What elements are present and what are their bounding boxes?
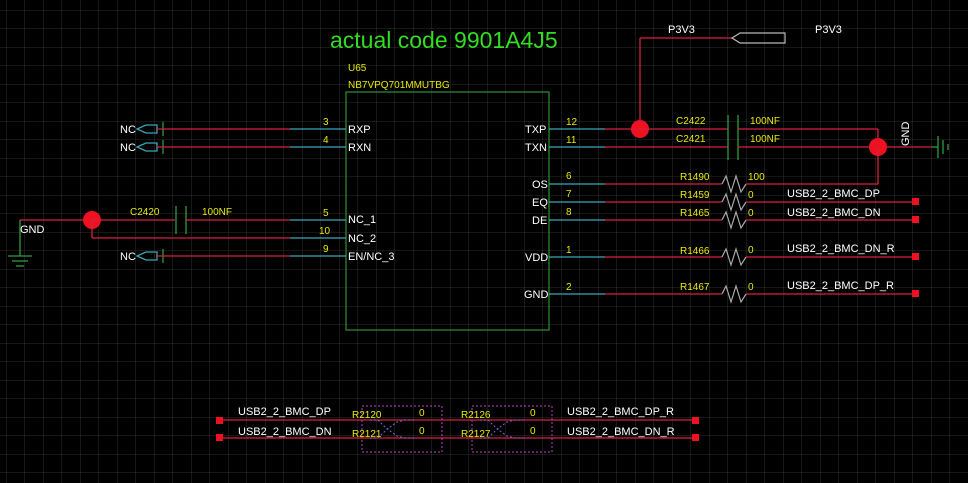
res-ref: R1466: [680, 246, 710, 257]
net-port-marker: [692, 434, 699, 441]
res-value: 100: [748, 172, 765, 183]
cap-value: 100NF: [750, 116, 780, 127]
cap-ref: C2422: [676, 116, 706, 127]
pin-name-nc1: NC_1: [348, 214, 376, 226]
pin-name-gnd: GND: [524, 289, 549, 301]
res-ref: R1459: [680, 190, 710, 201]
net-port-marker: [912, 290, 919, 297]
net-label: USB2_2_BMC_DN_R: [787, 243, 895, 255]
gnd-left-label: GND: [20, 224, 45, 236]
cap-ref: C2420: [130, 207, 160, 218]
pin-num-12: 12: [566, 117, 578, 128]
res-value: 0: [748, 190, 754, 201]
pin-name-de: DE: [532, 215, 547, 227]
net-port-marker: [912, 216, 919, 223]
net-label-left-bottom: USB2_2_BMC_DN: [238, 426, 332, 438]
cap-value: 100NF: [202, 207, 232, 218]
pin-num-10: 10: [319, 226, 331, 237]
nc-label: NC: [120, 142, 136, 154]
pin-num-6: 6: [566, 171, 572, 182]
net-port-marker: [216, 417, 223, 424]
res-ref: R2127: [461, 429, 491, 440]
res-value: 0: [419, 426, 425, 437]
net-label-left-top: USB2_2_BMC_DP: [238, 406, 331, 418]
cap-value: 100NF: [750, 134, 780, 145]
pin-num-2: 2: [566, 282, 572, 293]
pin-num-5: 5: [323, 208, 329, 219]
pin-num-1: 1: [566, 245, 572, 256]
net-label-right-bottom: USB2_2_BMC_DN_R: [567, 426, 675, 438]
schematic-canvas: actual code 9901A4J5 U65 NB7VPQ701MMUTBG…: [0, 0, 968, 483]
net-label: USB2_2_BMC_DN: [787, 207, 881, 219]
net-label-right-top: USB2_2_BMC_DP_R: [567, 406, 674, 418]
nc-label: NC: [120, 124, 136, 136]
pin-name-eq: EQ: [532, 197, 548, 209]
pin-name-os: OS: [532, 179, 548, 191]
res-ref: R1467: [680, 282, 710, 293]
net-port-marker: [692, 417, 699, 424]
res-value: 0: [530, 426, 536, 437]
res-value: 0: [530, 408, 536, 419]
res-ref: R1465: [680, 208, 710, 219]
pin-name-rxp: RXP: [348, 124, 371, 136]
res-ref: R2126: [461, 410, 491, 421]
pin-name-rxn: RXN: [348, 142, 371, 154]
net-label: USB2_2_BMC_DP_R: [787, 280, 894, 292]
pin-name-txn: TXN: [525, 142, 547, 154]
pin-num-4: 4: [323, 135, 329, 146]
ic-part-number: NB7VPQ701MMUTBG: [348, 80, 450, 91]
pin-name-en-nc3: EN/NC_3: [348, 251, 394, 263]
p3v3-net-label: P3V3: [668, 24, 695, 36]
pin-num-8: 8: [566, 207, 572, 218]
res-value: 0: [419, 408, 425, 419]
net-port-marker: [912, 253, 919, 260]
p3v3-port-label: P3V3: [815, 24, 842, 36]
pin-name-nc2: NC_2: [348, 233, 376, 245]
res-value: 0: [748, 208, 754, 219]
pin-num-3: 3: [323, 117, 329, 128]
pin-num-9: 9: [323, 244, 329, 255]
net-label: USB2_2_BMC_DP: [787, 188, 880, 200]
res-ref: R2120: [352, 410, 382, 421]
gnd-right-label: GND: [900, 122, 912, 147]
pin-num-11: 11: [566, 135, 577, 146]
ic-refdes: U65: [348, 63, 367, 74]
res-value: 0: [748, 245, 754, 256]
res-ref: R1490: [680, 172, 710, 183]
cap-ref: C2421: [676, 134, 706, 145]
pin-name-txp: TXP: [525, 124, 546, 136]
res-value: 0: [748, 282, 754, 293]
net-port-marker: [912, 198, 919, 205]
nc-label: NC: [120, 251, 136, 263]
pin-name-vdd: VDD: [525, 252, 548, 264]
pin-num-7: 7: [566, 189, 572, 200]
page-title: actual code 9901A4J5: [330, 27, 558, 53]
net-port-marker: [216, 434, 223, 441]
res-ref: R2121: [352, 429, 382, 440]
